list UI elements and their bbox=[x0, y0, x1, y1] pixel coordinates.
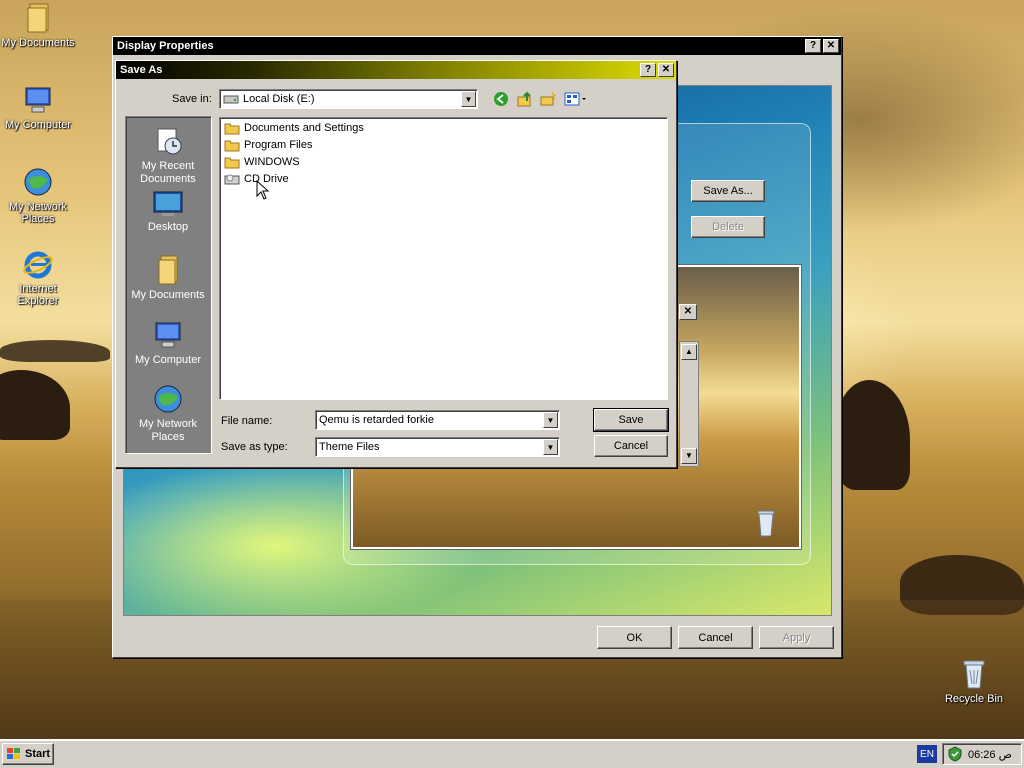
cd-drive-icon bbox=[224, 174, 240, 185]
back-arrow-icon bbox=[494, 92, 508, 106]
apply-button[interactable]: Apply bbox=[759, 626, 834, 649]
close-button[interactable]: ✕ bbox=[658, 63, 674, 77]
desktop-icon-label: My Computer bbox=[4, 119, 72, 131]
folder-icon bbox=[224, 123, 240, 135]
security-shield-icon[interactable] bbox=[947, 746, 963, 762]
chevron-down-icon[interactable]: ▼ bbox=[461, 91, 476, 107]
window-title: Display Properties bbox=[117, 40, 214, 52]
ie-icon bbox=[23, 251, 53, 279]
scroll-down-icon[interactable]: ▼ bbox=[681, 448, 697, 464]
desktop-icon-label: My Network Places bbox=[8, 201, 68, 225]
sea-rock-left-far bbox=[0, 340, 110, 362]
desktop-icon-label: Recycle Bin bbox=[944, 693, 1004, 705]
folder-documents-icon bbox=[27, 3, 49, 33]
system-tray: 06:26 ص bbox=[942, 743, 1022, 765]
view-menu-button[interactable] bbox=[563, 89, 589, 109]
new-folder-button[interactable] bbox=[538, 89, 558, 109]
folder-icon bbox=[224, 140, 240, 152]
file-name-label: File name: bbox=[221, 415, 273, 427]
desktop-icon-my-network-places[interactable]: My Network Places bbox=[0, 166, 78, 225]
places-my-network-places[interactable]: My Network Places bbox=[126, 383, 210, 444]
close-icon: ✕ bbox=[826, 40, 836, 51]
save-as-titlebar[interactable]: Save As ? ✕ bbox=[116, 61, 676, 79]
back-button[interactable] bbox=[491, 89, 511, 109]
computer-icon bbox=[25, 87, 51, 113]
windows-logo-icon bbox=[7, 748, 20, 759]
places-my-computer[interactable]: My Computer bbox=[126, 319, 210, 367]
save-type-label: Save as type: bbox=[221, 441, 288, 453]
help-icon: ? bbox=[809, 40, 817, 51]
places-desktop[interactable]: Desktop bbox=[126, 190, 210, 234]
computer-icon bbox=[155, 322, 181, 348]
list-item[interactable]: WINDOWS bbox=[224, 154, 300, 170]
up-folder-button[interactable] bbox=[515, 89, 535, 109]
file-name-value: Qemu is retarded forkie bbox=[319, 414, 434, 426]
help-icon: ? bbox=[644, 64, 652, 75]
theme-delete-button[interactable]: Delete bbox=[691, 216, 765, 238]
save-in-label: Save in: bbox=[172, 93, 212, 105]
mouse-cursor-icon bbox=[256, 180, 270, 200]
folder-documents-icon bbox=[158, 255, 178, 285]
file-name-field[interactable]: Qemu is retarded forkie ▼ bbox=[315, 410, 560, 430]
display-properties-titlebar[interactable]: Display Properties ? ✕ bbox=[113, 37, 841, 55]
up-folder-icon bbox=[517, 91, 531, 107]
close-icon: ✕ bbox=[661, 64, 671, 75]
save-type-value: Theme Files bbox=[319, 441, 380, 453]
save-in-dropdown[interactable]: Local Disk (E:) ▼ bbox=[219, 89, 478, 109]
close-button[interactable]: ✕ bbox=[823, 39, 839, 53]
language-indicator[interactable]: EN bbox=[917, 745, 937, 763]
places-recent-documents[interactable]: My Recent Documents bbox=[126, 125, 210, 186]
clock[interactable]: 06:26 ص bbox=[968, 748, 1012, 761]
network-icon bbox=[24, 168, 52, 196]
desktop-icon-my-computer[interactable]: My Computer bbox=[0, 84, 78, 131]
save-as-dialog[interactable]: Save As ? ✕ Save in: Local Disk (E:) ▼ M… bbox=[115, 60, 677, 468]
list-item[interactable]: Documents and Settings bbox=[224, 120, 364, 136]
preview-recycle-bin-icon bbox=[755, 509, 777, 537]
desktop-icon-my-documents[interactable]: My Documents bbox=[0, 2, 78, 49]
scroll-up-icon[interactable]: ▲ bbox=[681, 344, 697, 360]
preview-scrollbar[interactable]: ▲ ▼ bbox=[679, 341, 699, 467]
help-button[interactable]: ? bbox=[805, 39, 821, 53]
taskbar: Start EN 06:26 ص bbox=[0, 739, 1024, 768]
theme-save-as-button[interactable]: Save As... bbox=[691, 180, 765, 202]
desktop-icon-internet-explorer[interactable]: Internet Explorer bbox=[0, 248, 78, 307]
dialog-title: Save As bbox=[120, 64, 163, 76]
view-menu-icon bbox=[564, 92, 586, 106]
recycle-bin-icon bbox=[963, 660, 985, 689]
list-item[interactable]: Program Files bbox=[224, 137, 312, 153]
chevron-down-icon[interactable]: ▼ bbox=[543, 439, 558, 455]
sea-rock-right bbox=[835, 380, 910, 490]
drive-icon bbox=[223, 95, 239, 104]
start-button[interactable]: Start bbox=[2, 743, 54, 765]
ok-button[interactable]: OK bbox=[597, 626, 672, 649]
dialog-cancel-button[interactable]: Cancel bbox=[594, 435, 668, 457]
help-button[interactable]: ? bbox=[640, 63, 656, 77]
desktop-icon-label: My Documents bbox=[1, 37, 75, 49]
desktop-icon-recycle-bin[interactable]: Recycle Bin bbox=[934, 658, 1014, 705]
desktop-icon-label: Internet Explorer bbox=[17, 283, 59, 307]
save-button[interactable]: Save bbox=[593, 408, 669, 432]
recent-documents-icon bbox=[157, 128, 182, 155]
network-icon bbox=[154, 385, 182, 413]
chevron-down-icon[interactable]: ▼ bbox=[543, 412, 558, 428]
save-type-dropdown[interactable]: Theme Files ▼ bbox=[315, 437, 560, 457]
sea-rock-left bbox=[0, 370, 70, 440]
places-bar: My Recent Documents Desktop My Documents… bbox=[125, 116, 212, 454]
save-in-value: Local Disk (E:) bbox=[243, 93, 315, 105]
places-my-documents[interactable]: My Documents bbox=[126, 254, 210, 302]
folder-icon bbox=[224, 157, 240, 169]
desktop-icon bbox=[153, 191, 183, 216]
cancel-button[interactable]: Cancel bbox=[678, 626, 753, 649]
file-list[interactable]: Documents and Settings Program Files WIN… bbox=[219, 117, 668, 400]
preview-close-icon: ✕ bbox=[679, 304, 697, 320]
new-folder-icon bbox=[540, 91, 556, 106]
